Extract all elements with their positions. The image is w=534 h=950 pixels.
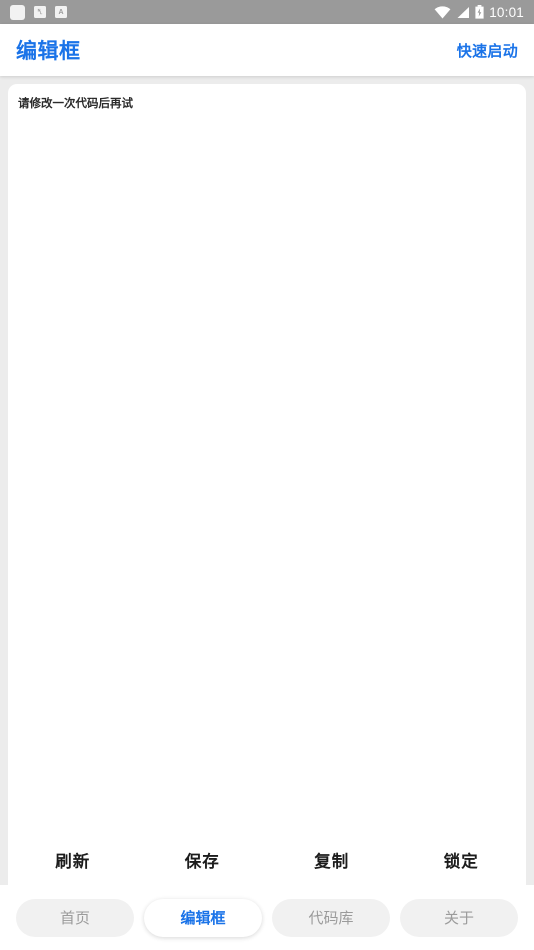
app-header: 编辑框 快速启动 <box>0 24 534 76</box>
text-input-notification-icon: A <box>55 6 67 18</box>
tab-home[interactable]: 首页 <box>16 898 134 937</box>
status-bar-system: 10:01 <box>434 5 524 20</box>
page-title: 编辑框 <box>16 40 81 63</box>
refresh-button[interactable]: 刷新 <box>8 848 138 872</box>
content-area: 刷新 保存 复制 锁定 <box>0 76 534 885</box>
status-bar: ␤ A 10:01 <box>0 0 534 24</box>
action-button-row: 刷新 保存 复制 锁定 <box>8 835 526 885</box>
lock-button[interactable]: 锁定 <box>397 848 527 872</box>
wifi-icon <box>434 5 451 19</box>
code-editor-input[interactable] <box>8 84 526 835</box>
save-button[interactable]: 保存 <box>138 848 268 872</box>
tab-about[interactable]: 关于 <box>400 898 518 937</box>
app-notification-icon <box>10 4 25 20</box>
cellular-signal-icon <box>457 6 470 18</box>
editor-card: 刷新 保存 复制 锁定 <box>8 84 526 885</box>
keyboard-notification-icon: ␤ <box>34 6 46 18</box>
quick-launch-button[interactable]: 快速启动 <box>457 40 518 61</box>
copy-button[interactable]: 复制 <box>267 848 397 872</box>
tab-code-library[interactable]: 代码库 <box>272 898 390 937</box>
tab-editor[interactable]: 编辑框 <box>144 898 262 937</box>
battery-charging-icon <box>475 5 484 19</box>
status-bar-notifications: ␤ A <box>10 4 67 20</box>
bottom-tab-bar: 首页 编辑框 代码库 关于 <box>0 885 534 950</box>
app-screen: ␤ A 10:01 编辑框 快速启动 刷新 <box>0 0 534 950</box>
status-bar-clock: 10:01 <box>489 4 524 20</box>
